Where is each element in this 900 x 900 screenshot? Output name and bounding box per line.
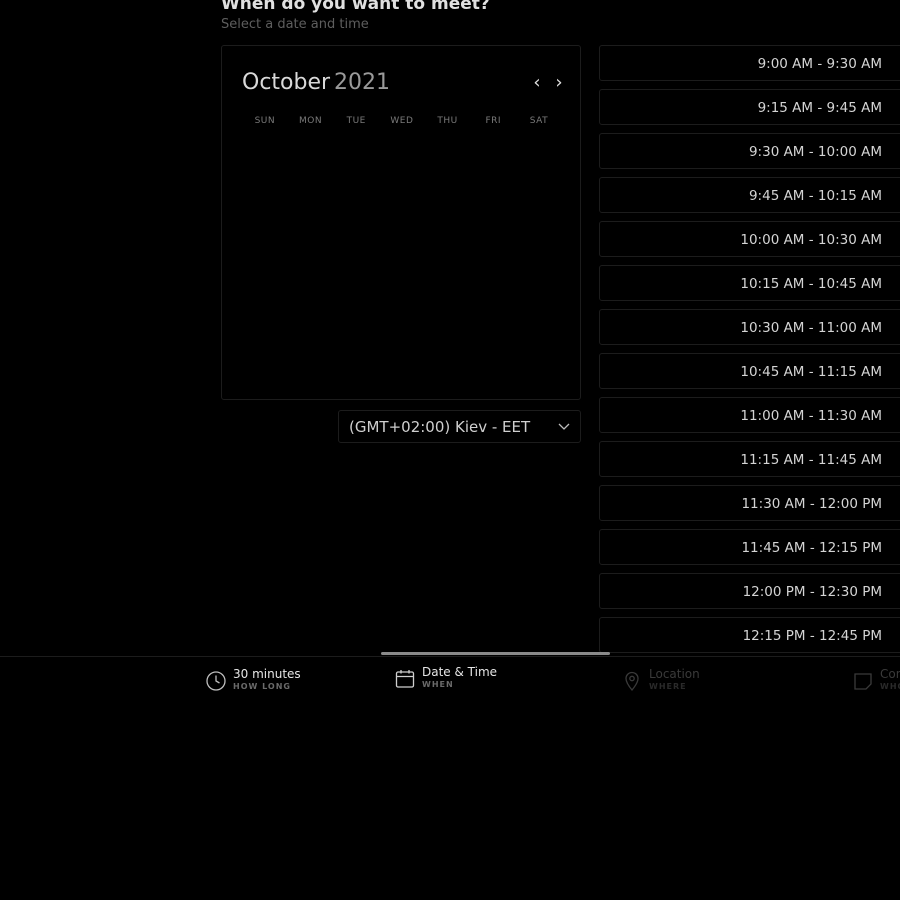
- step-label: Location: [649, 667, 700, 681]
- step-sublabel: WHO: [880, 682, 900, 691]
- time-slot-label: 9:15 AM - 9:45 AM: [757, 100, 882, 116]
- time-slot[interactable]: 12:15 PM - 12:45 PM: [599, 617, 900, 653]
- time-slot[interactable]: 10:15 AM - 10:45 AM: [599, 265, 900, 301]
- time-slot[interactable]: 12:00 PM - 12:30 PM: [599, 573, 900, 609]
- time-slot-label: 10:00 AM - 10:30 AM: [740, 232, 882, 248]
- page-title: When do you want to meet?: [221, 0, 490, 14]
- step-date-time[interactable]: Date & Time WHEN: [394, 665, 497, 690]
- time-slot[interactable]: 11:00 AM - 11:30 AM: [599, 397, 900, 433]
- weekday-sun: SUN: [254, 116, 276, 126]
- time-slot-label: 10:30 AM - 11:00 AM: [740, 320, 882, 336]
- step-sublabel: WHEN: [422, 680, 454, 689]
- time-slot-label: 9:30 AM - 10:00 AM: [748, 144, 882, 160]
- time-slot[interactable]: 9:00 AM - 9:30 AM: [599, 45, 900, 81]
- timezone-value: (GMT+02:00) Kiev - EET: [349, 417, 531, 436]
- location-pin-icon: [625, 671, 639, 692]
- step-duration[interactable]: 30 minutes HOW LONG: [205, 667, 301, 692]
- step-contact[interactable]: Con WHO: [852, 667, 900, 692]
- scheduler-page: When do you want to meet? Select a date …: [0, 0, 900, 900]
- time-slot[interactable]: 10:30 AM - 11:00 AM: [599, 309, 900, 345]
- time-slot-label: 12:00 PM - 12:30 PM: [742, 584, 882, 600]
- time-slot[interactable]: 9:15 AM - 9:45 AM: [599, 89, 900, 125]
- time-slot-label: 10:15 AM - 10:45 AM: [740, 276, 882, 292]
- calendar-panel: October 2021 ‹ › SUN MON TUE WED THU FRI …: [221, 45, 581, 400]
- weekday-sat: SAT: [529, 116, 549, 126]
- time-slot[interactable]: 10:00 AM - 10:30 AM: [599, 221, 900, 257]
- time-slot[interactable]: 10:45 AM - 11:15 AM: [599, 353, 900, 389]
- time-slot-label: 11:30 AM - 12:00 PM: [741, 496, 882, 512]
- time-slot[interactable]: 11:45 AM - 12:15 PM: [599, 529, 900, 565]
- calendar-month-year: October 2021: [242, 70, 390, 95]
- time-slot-label: 12:15 PM - 12:45 PM: [742, 628, 882, 644]
- calendar-icon: [395, 670, 415, 688]
- calendar-month: October: [242, 70, 331, 95]
- clock-icon: [206, 671, 226, 691]
- time-slot-label: 11:00 AM - 11:30 AM: [740, 408, 882, 424]
- step-label: Con: [880, 667, 900, 681]
- step-label: 30 minutes: [233, 667, 301, 681]
- chevron-left-icon[interactable]: ‹: [527, 72, 547, 94]
- step-bar: 30 minutes HOW LONG Date & Time WHEN Loc…: [0, 656, 900, 900]
- page-subtitle: Select a date and time: [221, 17, 369, 32]
- step-location[interactable]: Location WHERE: [621, 667, 700, 692]
- weekday-mon: MON: [298, 116, 323, 126]
- chevron-right-icon[interactable]: ›: [549, 72, 569, 94]
- step-sublabel: HOW LONG: [233, 682, 291, 691]
- time-slot[interactable]: 9:45 AM - 10:15 AM: [599, 177, 900, 213]
- chevron-down-icon: [558, 423, 570, 430]
- weekday-tue: TUE: [346, 116, 366, 126]
- time-slot-label: 10:45 AM - 11:15 AM: [740, 364, 882, 380]
- weekday-wed: WED: [390, 116, 414, 126]
- timezone-select[interactable]: (GMT+02:00) Kiev - EET: [338, 410, 581, 443]
- step-progress-indicator: [381, 652, 610, 655]
- step-label: Date & Time: [422, 665, 498, 679]
- time-slot[interactable]: 9:30 AM - 10:00 AM: [599, 133, 900, 169]
- weekday-fri: FRI: [485, 116, 502, 126]
- time-slot[interactable]: 11:15 AM - 11:45 AM: [599, 441, 900, 477]
- step-sublabel: WHERE: [649, 682, 687, 691]
- time-slot-label: 9:45 AM - 10:15 AM: [748, 188, 882, 204]
- contact-card-icon: [854, 673, 872, 690]
- time-slot-label: 9:00 AM - 9:30 AM: [757, 56, 882, 72]
- calendar-weekday-header: SUN MON TUE WED THU FRI SAT: [242, 116, 562, 126]
- calendar-year: 2021: [334, 70, 391, 95]
- time-slot[interactable]: 11:30 AM - 12:00 PM: [599, 485, 900, 521]
- time-slot-label: 11:15 AM - 11:45 AM: [740, 452, 882, 468]
- weekday-thu: THU: [437, 116, 458, 126]
- time-slot-label: 11:45 AM - 12:15 PM: [741, 540, 882, 556]
